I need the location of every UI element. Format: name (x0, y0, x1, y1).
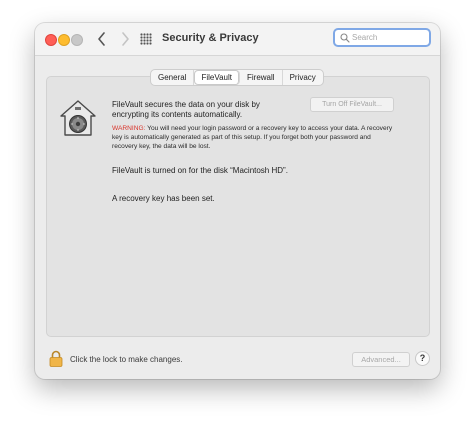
filevault-description: FileVault secures the data on your disk … (112, 100, 260, 119)
warning-label: WARNING: (112, 125, 146, 132)
back-button[interactable] (93, 29, 111, 49)
warning-body: You will need your login password or a r… (112, 125, 393, 150)
minimize-button[interactable] (58, 34, 70, 46)
show-all-grid-icon[interactable] (140, 33, 152, 45)
recovery-key-status: A recovery key has been set. (112, 194, 215, 203)
lock-hint: Click the lock to make changes. (70, 355, 183, 364)
preferences-window: Security & Privacy General FileVault Fir… (35, 23, 440, 379)
filevault-house-safe-icon (60, 100, 96, 136)
chevron-right-icon (122, 32, 129, 46)
search-icon (340, 33, 350, 43)
tab-bar: General FileVault Firewall Privacy (150, 69, 324, 86)
warning-text: WARNING: You will need your login passwo… (112, 124, 394, 151)
forward-button[interactable] (116, 29, 134, 49)
close-button[interactable] (45, 34, 57, 46)
zoom-button[interactable] (71, 34, 83, 46)
tab-general[interactable]: General (151, 70, 195, 85)
window-title: Security & Privacy (162, 32, 259, 44)
padlock-icon[interactable] (49, 350, 63, 367)
chevron-left-icon (98, 32, 105, 46)
help-button[interactable]: ? (415, 351, 430, 366)
filevault-status: FileVault is turned on for the disk “Mac… (112, 166, 288, 175)
tab-firewall[interactable]: Firewall (240, 70, 283, 85)
tab-filevault[interactable]: FileVault (194, 70, 240, 85)
title-bar: Security & Privacy (35, 23, 440, 56)
search-input[interactable] (352, 31, 426, 44)
turn-off-filevault-button[interactable]: Turn Off FileVault... (310, 97, 394, 112)
search-field[interactable] (333, 28, 431, 47)
tab-privacy[interactable]: Privacy (283, 70, 323, 85)
advanced-button[interactable]: Advanced... (352, 352, 410, 367)
